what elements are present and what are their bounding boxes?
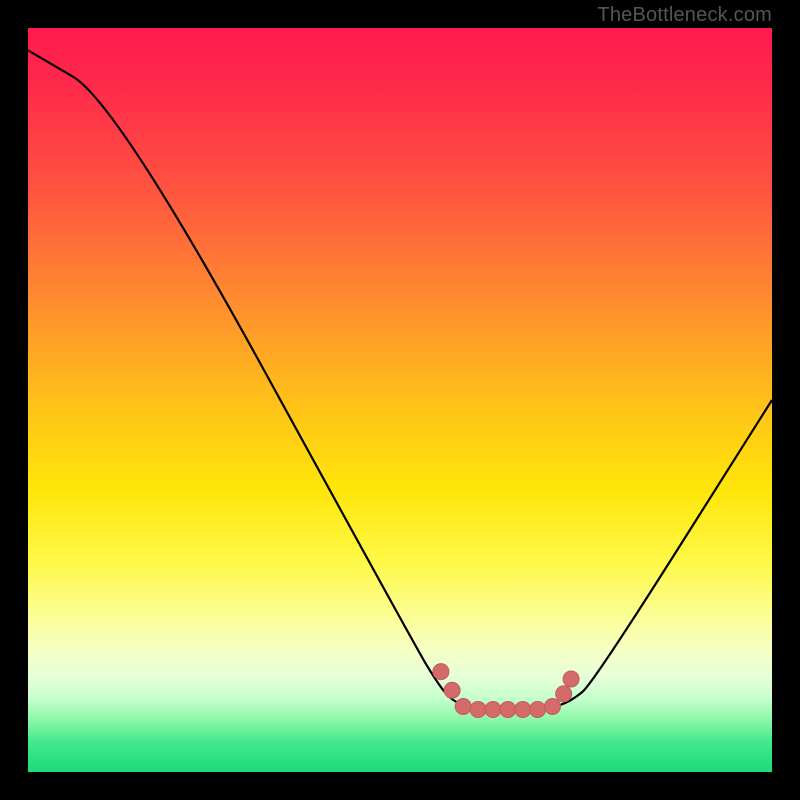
chart-frame: TheBottleneck.com <box>0 0 800 800</box>
trough-marker <box>515 702 531 718</box>
trough-marker <box>563 671 579 687</box>
trough-marker <box>500 702 516 718</box>
plot-area <box>28 28 772 772</box>
attribution-text: TheBottleneck.com <box>597 4 772 27</box>
bottleneck-curve <box>28 50 772 709</box>
trough-marker <box>545 699 561 715</box>
trough-markers <box>433 664 579 718</box>
trough-marker <box>444 682 460 698</box>
trough-marker <box>470 702 486 718</box>
trough-marker <box>556 686 572 702</box>
trough-marker <box>530 702 546 718</box>
trough-marker <box>455 699 471 715</box>
trough-marker <box>433 664 449 680</box>
trough-marker <box>485 702 501 718</box>
bottleneck-curve-svg <box>28 28 772 772</box>
